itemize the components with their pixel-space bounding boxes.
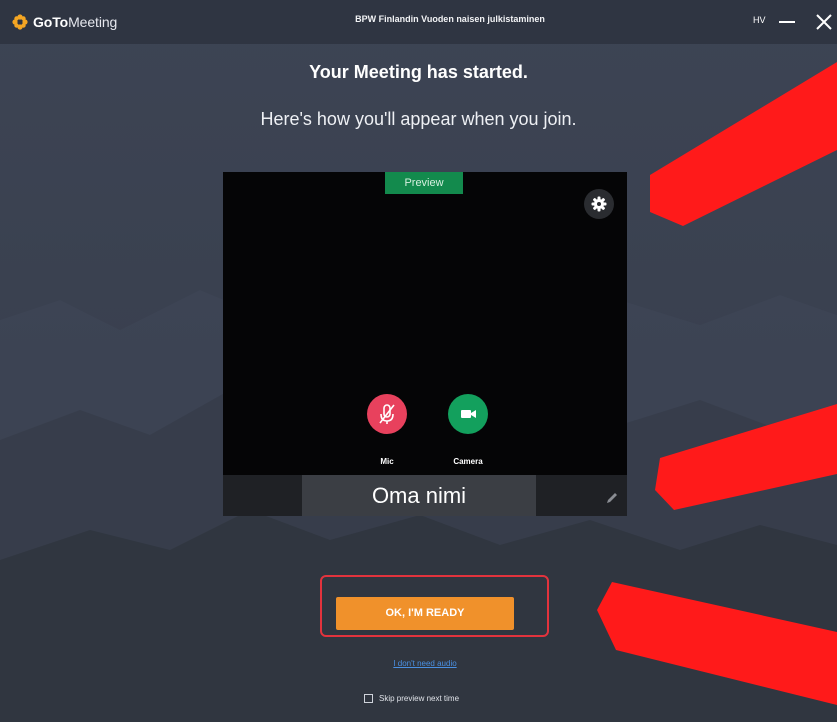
skip-preview-checkbox[interactable] <box>364 693 373 703</box>
gear-icon <box>591 196 607 212</box>
mic-muted-icon <box>379 404 395 424</box>
video-preview: Preview Mic Camera Oma nimi <box>223 172 627 516</box>
title-bar: GoToMeeting BPW Finlandin Vuoden naisen … <box>0 0 837 44</box>
page-title: Your Meeting has started. <box>309 62 528 82</box>
preview-tab: Preview <box>385 172 463 194</box>
close-icon[interactable] <box>814 12 834 32</box>
skip-preview-label: Skip preview next time <box>379 693 460 703</box>
display-name-field[interactable]: Oma nimi <box>302 475 536 516</box>
arrow-top <box>650 62 837 226</box>
page-subtitle: Here's how you'll appear when you join. <box>260 109 577 129</box>
name-bar: Oma nimi <box>223 475 627 516</box>
meeting-window: GoToMeeting BPW Finlandin Vuoden naisen … <box>0 0 837 722</box>
camera-icon <box>461 410 476 418</box>
gotomeeting-logo: GoToMeeting <box>12 12 117 32</box>
user-initials[interactable]: HV <box>753 15 766 25</box>
camera-label: Camera <box>453 457 483 466</box>
ready-button[interactable]: OK, I'M READY <box>336 597 514 630</box>
logo-meeting: Meeting <box>68 14 118 30</box>
camera-button[interactable] <box>448 394 488 434</box>
flower-logo-icon <box>12 14 28 30</box>
window-title: BPW Finlandin Vuoden naisen julkistamine… <box>355 14 545 24</box>
settings-button[interactable] <box>584 189 614 219</box>
pencil-icon[interactable] <box>603 489 621 507</box>
mic-button[interactable] <box>367 394 407 434</box>
skip-preview-row[interactable]: Skip preview next time <box>364 692 459 704</box>
mic-label: Mic <box>380 457 394 466</box>
logo-goto: GoTo <box>33 14 69 30</box>
logo-text: GoToMeeting <box>33 14 117 30</box>
minimize-button[interactable] <box>779 21 795 23</box>
no-audio-link[interactable]: I don't need audio <box>0 659 837 668</box>
